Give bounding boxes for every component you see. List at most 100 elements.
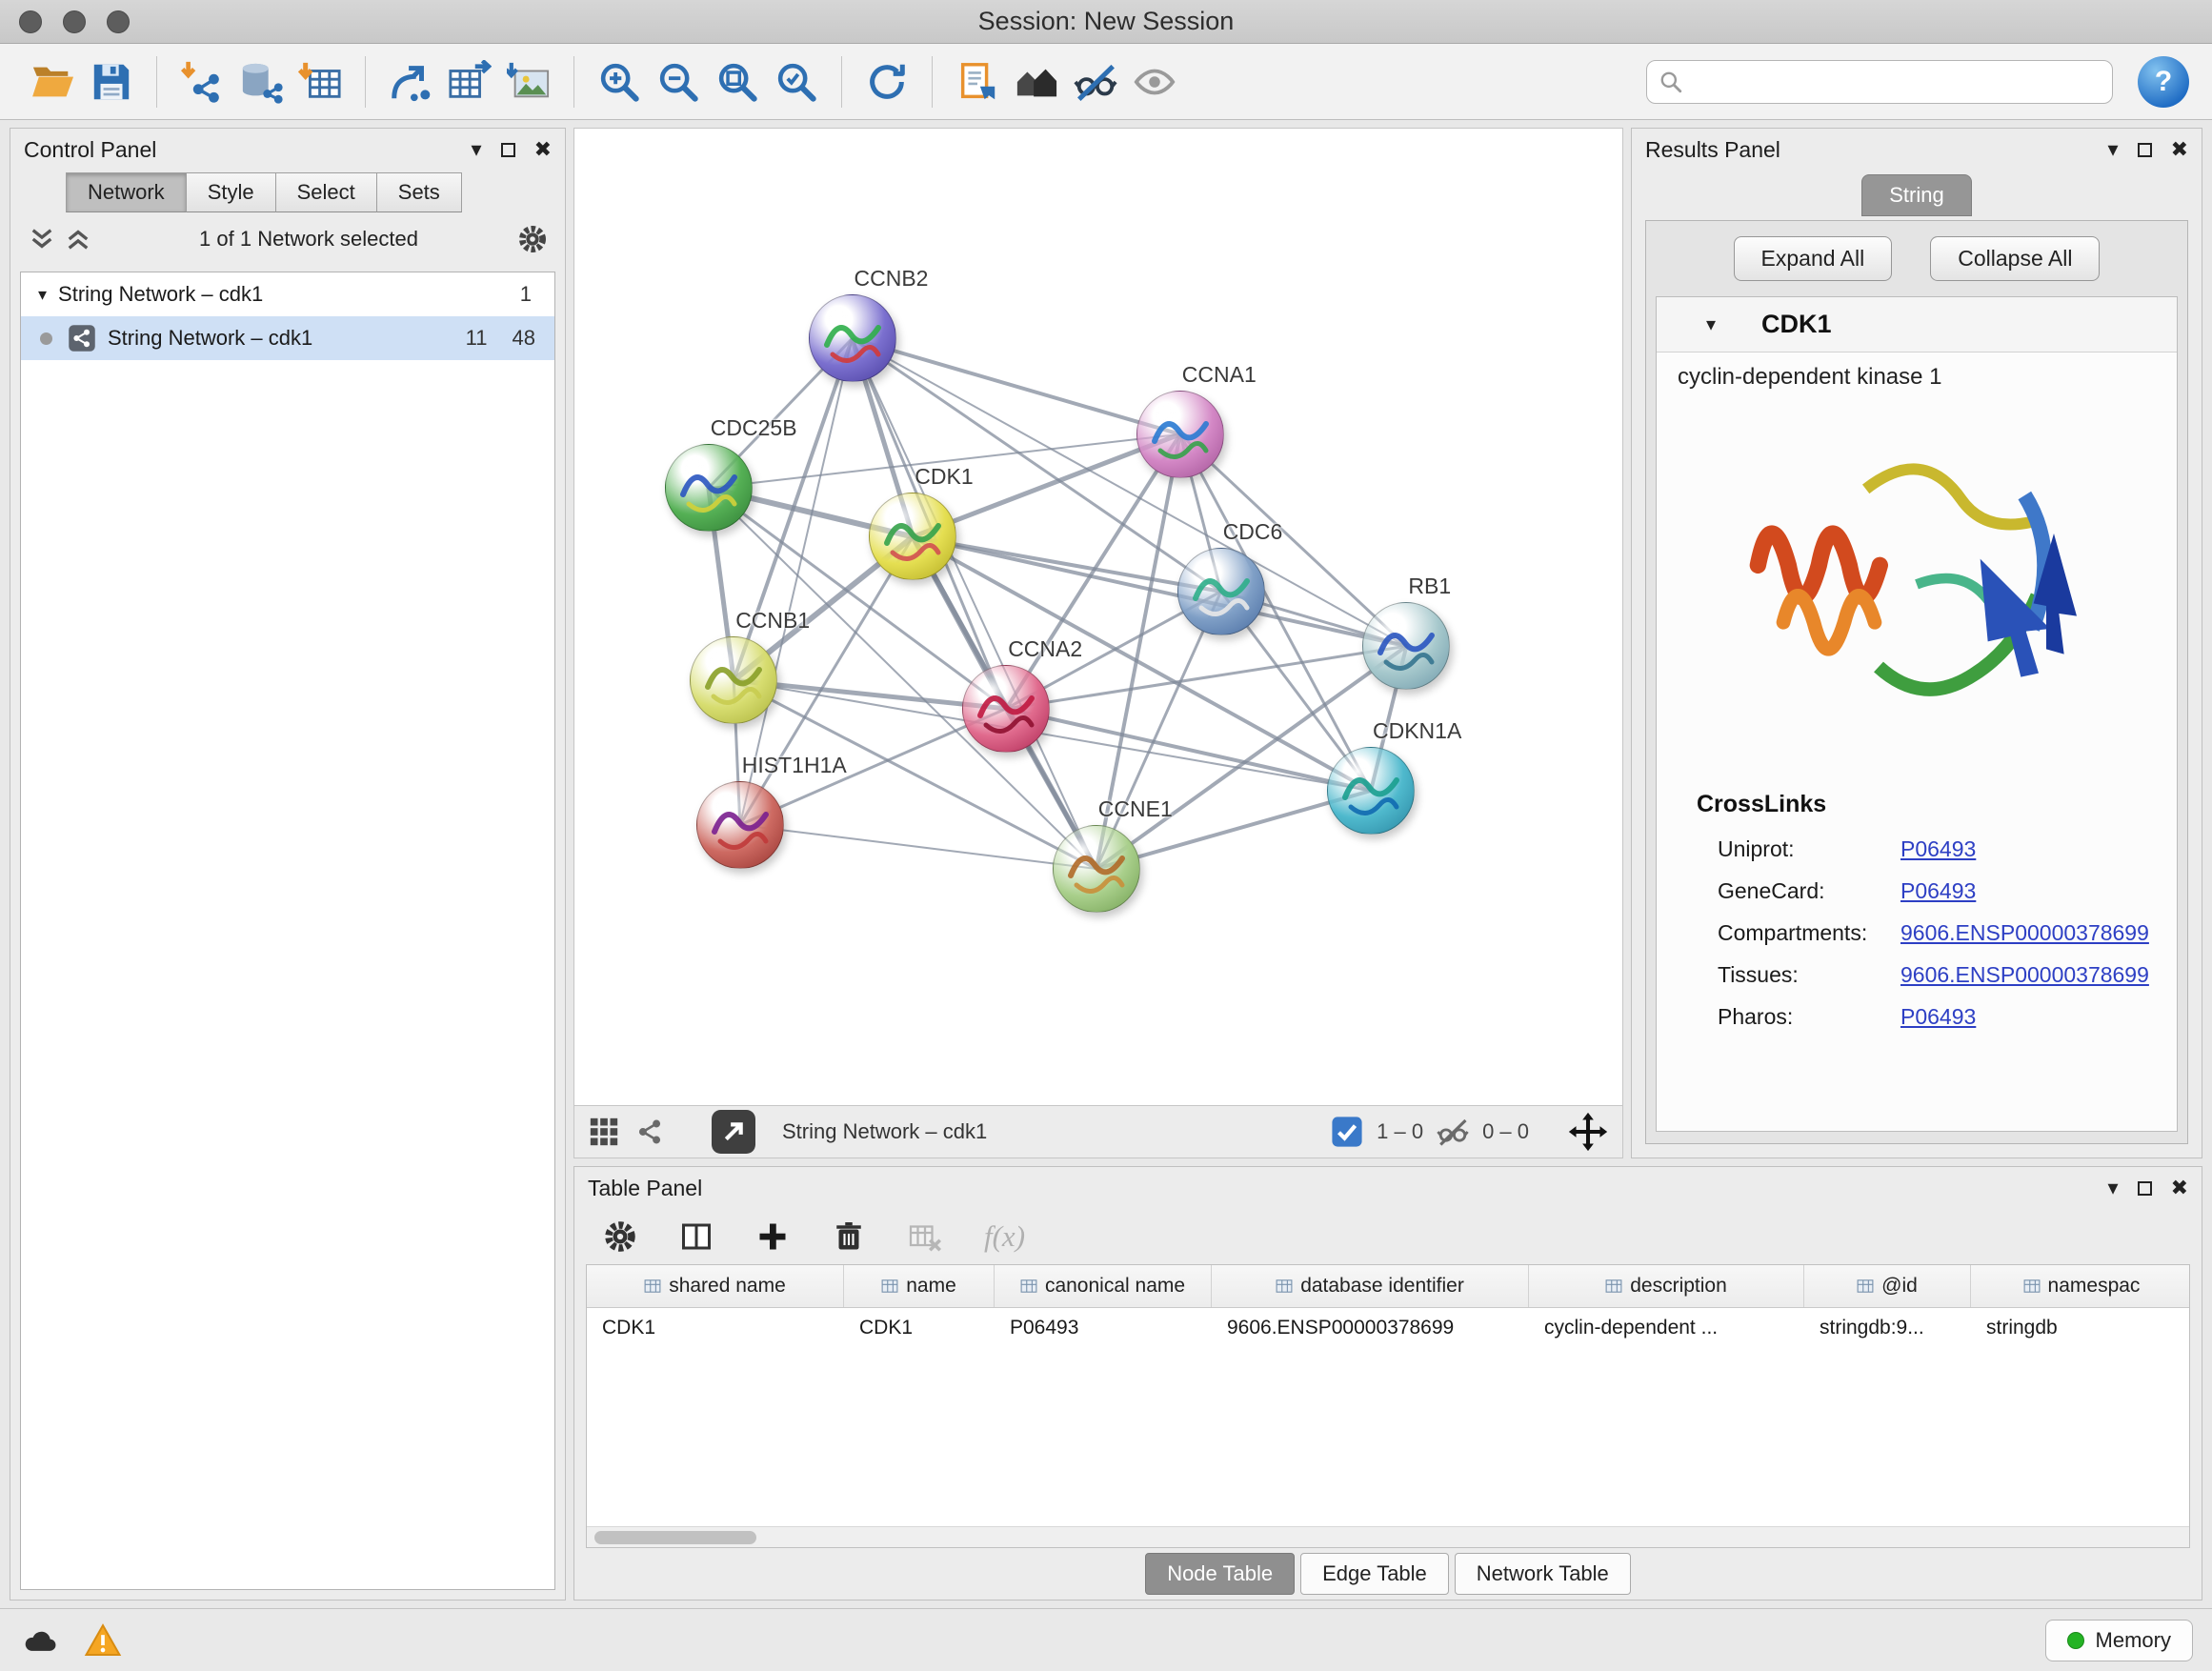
tab-edge-table[interactable]: Edge Table [1300,1553,1449,1595]
zoom-in-button[interactable] [590,52,649,111]
zoom-out-button[interactable] [649,52,708,111]
birdseye-view-icon[interactable] [712,1110,755,1154]
export-table-button[interactable] [440,52,499,111]
cloud-icon[interactable] [19,1621,61,1660]
node-label-cdc6: CDC6 [1223,519,1283,545]
annotation-document-button[interactable] [948,52,1007,111]
network-node-ccna2[interactable] [962,665,1050,753]
panel-close-icon[interactable]: ✖ [2171,1178,2188,1198]
horizontal-scrollbar[interactable] [587,1526,2189,1547]
network-row-selected[interactable]: String Network – cdk1 11 48 [21,316,554,360]
delete-trash-icon[interactable] [832,1219,866,1254]
column-header--id[interactable]: @id [1804,1265,1971,1307]
zoom-selected-button[interactable] [767,52,826,111]
tab-select[interactable]: Select [276,172,377,212]
hidden-glasses-icon[interactable] [1437,1116,1469,1148]
column-header-canonical-name[interactable]: canonical name [995,1265,1212,1307]
network-collection-row[interactable]: ▾ String Network – cdk1 1 [21,272,554,316]
panel-menu-icon[interactable]: ▾ [2108,139,2119,160]
warning-icon[interactable] [82,1621,124,1660]
show-graphics-details-button[interactable] [1125,52,1184,111]
delete-table-icon[interactable] [908,1219,942,1254]
help-button[interactable]: ? [2138,56,2189,108]
network-node-cdc6[interactable] [1177,548,1265,635]
search-input[interactable] [1691,70,2101,94]
node-label-cdc25b: CDC25B [711,415,797,441]
birdseye-home-button[interactable] [1007,52,1066,111]
tab-network-table[interactable]: Network Table [1455,1553,1631,1595]
network-node-cdc25b[interactable] [665,444,753,532]
function-builder-fx[interactable]: f(x) [984,1219,1025,1254]
crosslink-link[interactable]: 9606.ENSP00000378699 [1900,920,2149,946]
expand-all-icon[interactable] [64,227,92,252]
tab-style[interactable]: Style [187,172,276,212]
add-column-plus-icon[interactable] [755,1219,790,1254]
network-options-gear-icon[interactable] [517,224,548,254]
network-node-rb1[interactable] [1362,602,1450,690]
panel-menu-icon[interactable]: ▾ [472,139,482,160]
panel-close-icon[interactable]: ✖ [534,139,552,160]
column-header-database-identifier[interactable]: database identifier [1212,1265,1529,1307]
import-table-button[interactable] [291,52,350,111]
move-crosshair-icon[interactable] [1567,1111,1609,1153]
column-header-description[interactable]: description [1529,1265,1804,1307]
crosslink-link[interactable]: P06493 [1900,878,1976,904]
save-session-button[interactable] [82,52,141,111]
network-edge[interactable] [1006,709,1371,791]
panel-float-icon[interactable] [2138,1181,2152,1196]
tab-string[interactable]: String [1861,174,1971,216]
panel-close-icon[interactable]: ✖ [2171,139,2188,160]
import-network-file-button[interactable] [172,52,231,111]
crosslink-link[interactable]: 9606.ENSP00000378699 [1900,962,2149,988]
table-settings-gear-icon[interactable] [603,1219,637,1254]
crosslink-link[interactable]: P06493 [1900,836,1976,862]
panel-float-icon[interactable] [2138,143,2152,157]
gene-header-row[interactable]: ▾ CDK1 [1657,297,2177,352]
network-node-ccnb1[interactable] [690,636,777,724]
network-edge[interactable] [740,825,1096,869]
network-edge[interactable] [853,338,1096,869]
panel-menu-icon[interactable]: ▾ [2108,1178,2119,1198]
crosslink-link[interactable]: P06493 [1900,1004,1976,1030]
zoom-fit-button[interactable] [708,52,767,111]
network-node-cdk1[interactable] [869,493,956,580]
export-image-button[interactable] [499,52,558,111]
import-network-database-button[interactable] [231,52,291,111]
network-node-ccna1[interactable] [1136,391,1224,478]
scrollbar-thumb[interactable] [594,1531,756,1544]
panel-float-icon[interactable] [501,143,515,157]
export-network-button[interactable] [381,52,440,111]
open-session-button[interactable] [23,52,82,111]
network-edge[interactable] [853,338,1180,433]
network-view-share-icon[interactable] [633,1116,666,1148]
collapse-all-icon[interactable] [28,227,56,252]
grid-view-icon[interactable] [588,1116,620,1148]
column-header-namespac[interactable]: namespac [1971,1265,2190,1307]
column-header-name[interactable]: name [844,1265,995,1307]
column-header-shared-name[interactable]: shared name [587,1265,844,1307]
column-sort-icon [644,1278,661,1295]
expand-all-button[interactable]: Expand All [1734,236,1893,281]
tab-network[interactable]: Network [66,172,187,212]
window-title: Session: New Session [0,7,2212,36]
show-columns-icon[interactable] [679,1219,714,1254]
selected-checkbox-icon[interactable] [1331,1116,1363,1148]
collapse-all-button[interactable]: Collapse All [1930,236,2100,281]
network-node-hist1h1a[interactable] [696,781,784,869]
tab-node-table[interactable]: Node Table [1145,1553,1295,1595]
memory-button[interactable]: Memory [2045,1620,2193,1661]
disclosure-triangle-icon[interactable]: ▾ [38,285,47,305]
crosslink-row: Tissues:9606.ENSP00000378699 [1657,954,2177,996]
hide-graphics-details-button[interactable] [1066,52,1125,111]
network-node-cdkn1a[interactable] [1327,747,1415,835]
tab-sets[interactable]: Sets [377,172,462,212]
table-row[interactable]: CDK1CDK1P064939606.ENSP00000378699cyclin… [587,1308,2189,1348]
crosslink-label: Compartments: [1718,920,1900,946]
gene-disclosure-icon[interactable]: ▾ [1706,312,1716,336]
network-edge[interactable] [853,338,1407,646]
apply-layout-button[interactable] [857,52,916,111]
network-node-ccne1[interactable] [1053,825,1140,913]
zoom-out-icon [656,60,700,104]
network-node-ccnb2[interactable] [809,294,896,382]
network-canvas[interactable]: CCNB2 CCNA1 CDC25B CDK1 CDC6 RB1 CCNB1 C… [573,128,1623,1105]
